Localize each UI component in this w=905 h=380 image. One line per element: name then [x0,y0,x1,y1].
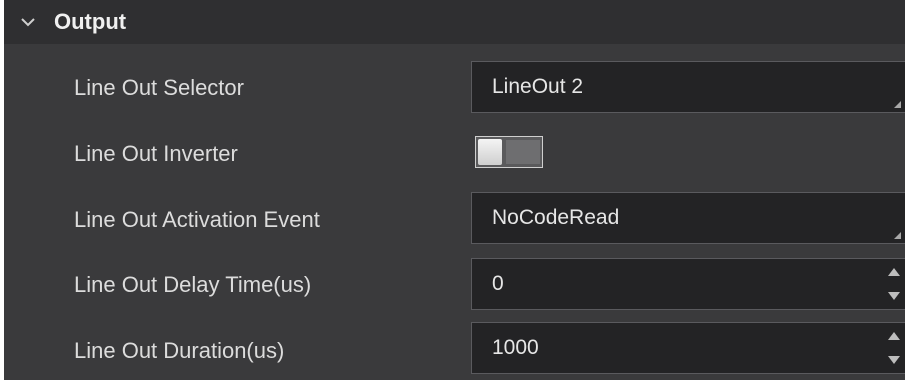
line-out-activation-event-dropdown[interactable]: NoCodeRead [471,192,905,244]
line-out-activation-event-label: Line Out Activation Event [74,207,320,232]
line-out-delay-time-input[interactable]: 0 [471,258,905,310]
line-out-activation-event-value: NoCodeRead [492,206,620,229]
line-out-delay-time-value: 0 [492,272,504,295]
spin-up-icon[interactable] [887,265,901,279]
toggle-knob [478,139,502,165]
spin-up-icon[interactable] [887,329,901,343]
dropdown-grip-icon [894,232,901,239]
dropdown-grip-icon [894,101,901,108]
line-out-inverter-toggle[interactable] [475,136,543,168]
toggle-track [506,140,540,164]
line-out-duration-value: 1000 [492,336,539,359]
line-out-selector-dropdown[interactable]: LineOut 2 [471,61,905,113]
chevron-down-icon[interactable] [18,12,38,32]
line-out-delay-time-label: Line Out Delay Time(us) [74,272,312,297]
spin-down-icon[interactable] [887,289,901,303]
line-out-inverter-label: Line Out Inverter [74,141,238,166]
spin-down-icon[interactable] [887,353,901,367]
line-out-duration-input[interactable]: 1000 [471,322,905,374]
line-out-duration-label: Line Out Duration(us) [74,338,285,363]
line-out-selector-value: LineOut 2 [492,75,584,98]
section-header-output[interactable]: Output [4,0,905,44]
section-title: Output [54,9,127,34]
property-panel: Output Line Out Selector LineOut 2 Line … [4,0,905,380]
line-out-selector-label: Line Out Selector [74,75,244,100]
